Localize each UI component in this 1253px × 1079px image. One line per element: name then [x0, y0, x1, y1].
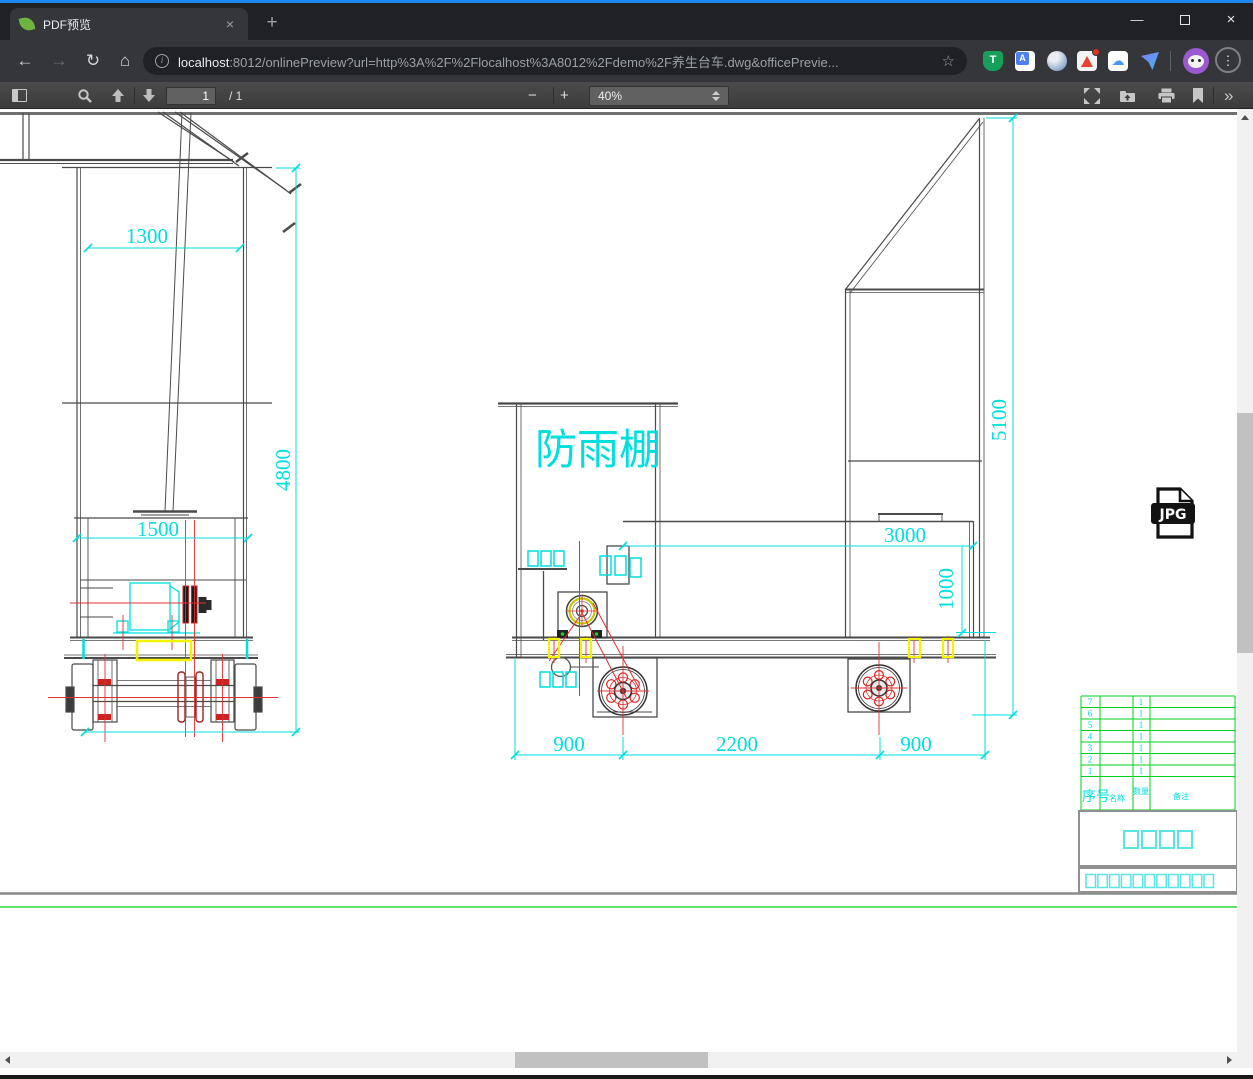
new-tab-button[interactable]: +: [258, 10, 286, 38]
dim-span-mid: 2200: [716, 732, 758, 756]
address-bar[interactable]: i localhost:8012/onlinePreview?url=http%…: [143, 47, 967, 75]
side-view-right-wheel: [851, 642, 907, 735]
svg-text:备注: 备注: [1173, 791, 1189, 801]
bom-table-headers: 序号 名称 数量 备注: [1082, 786, 1189, 805]
front-view-dimensions: [72, 163, 301, 737]
jpg-file-icon: JPG: [1151, 487, 1195, 539]
zoom-spinner-icon: [712, 90, 720, 101]
page-down-icon[interactable]: [141, 82, 157, 109]
site-info-icon[interactable]: i: [155, 54, 169, 68]
cad-drawing: 1300 4800 1500 防雨棚 3000 1000 900 2200 90…: [0, 111, 1238, 908]
profile-avatar[interactable]: [1183, 48, 1209, 74]
window-maximize-button[interactable]: [1168, 6, 1202, 34]
bom-table-values: 7 1 6 1 5 1 4 1 3 1 2 1 1 1: [1088, 697, 1144, 776]
svg-text:数量: 数量: [1133, 786, 1149, 796]
search-icon[interactable]: [77, 82, 93, 109]
svg-text:1: 1: [1139, 720, 1144, 730]
bookmark-star-icon[interactable]: ☆: [942, 52, 955, 70]
bottom-edge: [0, 1075, 1253, 1079]
window-accent-strip: [0, 0, 1253, 3]
browser-menu-icon[interactable]: ⋮: [1215, 47, 1241, 73]
print-icon[interactable]: [1158, 82, 1175, 109]
bookmark-icon[interactable]: [1191, 82, 1205, 109]
svg-text:1: 1: [1139, 766, 1144, 776]
zoom-level-value: 40%: [598, 88, 623, 103]
dim-front-height: 4800: [271, 449, 295, 491]
svg-text:名称: 名称: [1109, 793, 1125, 803]
dim-body-length: 3000: [884, 523, 926, 547]
tab-close-icon[interactable]: ×: [222, 16, 238, 32]
browser-tab[interactable]: PDF预览 ×: [10, 8, 248, 40]
svg-text:1: 1: [1139, 708, 1144, 718]
dim-span-right: 900: [900, 732, 932, 756]
extension-shield-icon[interactable]: T: [983, 51, 1003, 71]
svg-text:1: 1: [1139, 754, 1144, 764]
svg-text:序号: 序号: [1082, 789, 1110, 805]
pdf-toolbar: / 1 − + 40% »: [0, 82, 1253, 109]
tab-title: PDF预览: [43, 17, 92, 32]
toolbar-separator: [1170, 51, 1171, 71]
url-path: :8012/onlinePreview?url=http%3A%2F%2Floc…: [229, 54, 839, 70]
shelter-label: 防雨棚: [535, 425, 661, 474]
svg-text:6: 6: [1088, 708, 1093, 718]
svg-text:1: 1: [1088, 766, 1093, 776]
scrollbar-corner: [1237, 1052, 1253, 1068]
svg-text:4: 4: [1088, 731, 1093, 741]
reload-icon[interactable]: ↻: [80, 49, 106, 73]
vertical-scrollbar[interactable]: [1237, 109, 1253, 1068]
sidebar-toggle-icon[interactable]: [12, 82, 27, 109]
window-close-button[interactable]: ×: [1214, 6, 1248, 34]
page-count-label: / 1: [229, 88, 243, 103]
svg-text:1: 1: [1139, 731, 1144, 741]
browser-navbar: ← → ↻ ⌂ i localhost:8012/onlinePreview?u…: [0, 40, 1253, 82]
vertical-scrollbar-thumb[interactable]: [1237, 413, 1253, 653]
zoom-out-button[interactable]: −: [528, 82, 537, 109]
spring-leaf-favicon: [18, 15, 36, 33]
dim-front-mid-width: 1500: [137, 517, 179, 541]
back-icon[interactable]: ←: [12, 49, 38, 73]
url-text[interactable]: localhost:8012/onlinePreview?url=http%3A…: [178, 52, 934, 71]
front-view-motor: [82, 582, 249, 659]
extension-cloud-icon[interactable]: ☁: [1108, 51, 1128, 71]
url-host: localhost: [178, 54, 230, 70]
extension-sphere-icon[interactable]: [1047, 51, 1067, 71]
home-icon[interactable]: ⌂: [112, 49, 138, 73]
page-up-icon[interactable]: [110, 82, 126, 109]
svg-text:7: 7: [1088, 697, 1093, 707]
svg-text:1: 1: [1139, 743, 1144, 753]
zoom-in-button[interactable]: +: [560, 82, 569, 109]
dim-body-height: 1000: [934, 568, 958, 610]
svg-text:1: 1: [1139, 697, 1144, 707]
extension-red-badge-icon[interactable]: [1077, 48, 1100, 71]
svg-text:5: 5: [1088, 720, 1093, 730]
open-file-icon[interactable]: [1119, 82, 1136, 109]
dim-front-top-width: 1300: [126, 224, 168, 248]
horizontal-scrollbar[interactable]: [0, 1052, 1237, 1068]
jpg-label: JPG: [1159, 507, 1187, 523]
pdf-page-canvas: 1300 4800 1500 防雨棚 3000 1000 900 2200 90…: [0, 109, 1238, 1052]
title-block-boxes: [1078, 810, 1238, 893]
svg-text:2: 2: [1088, 754, 1093, 764]
scroll-up-icon[interactable]: [1241, 115, 1249, 120]
window-minimize-button[interactable]: —: [1120, 6, 1154, 34]
extension-translate-icon[interactable]: A: [1015, 51, 1035, 71]
extension-bird-icon[interactable]: [1141, 52, 1159, 70]
bottom-gap: [0, 1068, 1253, 1075]
dim-side-total-height: 5100: [987, 399, 1011, 441]
dim-span-left: 900: [553, 732, 585, 756]
scroll-left-icon[interactable]: [5, 1056, 10, 1064]
svg-text:3: 3: [1088, 743, 1093, 753]
forward-icon[interactable]: →: [46, 49, 72, 73]
more-tools-icon[interactable]: »: [1224, 82, 1233, 109]
page-number-input[interactable]: [166, 82, 216, 109]
presentation-mode-icon[interactable]: [1084, 82, 1100, 109]
front-view: [0, 111, 302, 731]
horizontal-scrollbar-thumb[interactable]: [515, 1052, 708, 1068]
zoom-select[interactable]: 40%: [589, 82, 729, 109]
window-titlebar: PDF预览 × + — ×: [0, 0, 1253, 40]
scroll-right-icon[interactable]: [1227, 1056, 1232, 1064]
